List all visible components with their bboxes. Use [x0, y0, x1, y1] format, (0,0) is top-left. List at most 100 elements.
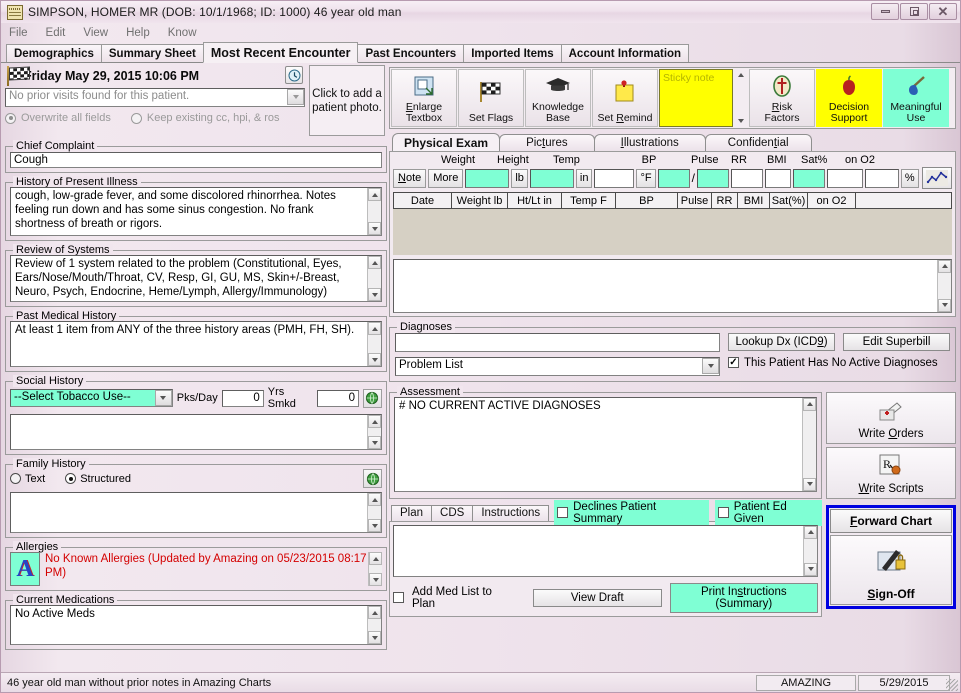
tab-plan[interactable]: Plan: [391, 504, 433, 521]
family-history-textarea[interactable]: [10, 492, 382, 533]
col-pulse[interactable]: Pulse: [677, 192, 712, 209]
sticky-note-input[interactable]: Sticky note: [659, 69, 733, 127]
social-history-globe-icon[interactable]: [362, 388, 382, 408]
chevron-down-icon[interactable]: [287, 89, 304, 105]
scroll-up-icon[interactable]: [804, 525, 817, 539]
scroll-up-icon[interactable]: [368, 256, 381, 269]
knowledge-base-button[interactable]: Knowledge Base: [525, 69, 591, 127]
height-input[interactable]: [529, 168, 574, 188]
write-scripts-button[interactable]: R Write Scripts: [826, 446, 956, 499]
table-row[interactable]: [393, 208, 952, 255]
decision-support-button[interactable]: Decision Support: [816, 69, 882, 127]
scroll-down-icon[interactable]: [369, 573, 382, 586]
current-medications-textarea[interactable]: No Active Meds: [10, 605, 382, 645]
exam-notes-scrollbar[interactable]: [937, 259, 951, 312]
risk-factors-button[interactable]: Risk Factors: [749, 69, 815, 127]
scroll-up-icon[interactable]: [368, 606, 381, 619]
patient-ed-given-row[interactable]: Patient Ed Given: [714, 499, 822, 526]
ros-scrollbar[interactable]: [367, 256, 381, 301]
pmh-textarea[interactable]: At least 1 item from ANY of the three hi…: [10, 321, 382, 367]
scroll-down-icon[interactable]: [938, 298, 951, 312]
col-rr[interactable]: RR: [711, 192, 738, 209]
tobacco-use-select[interactable]: --Select Tobacco Use--: [10, 389, 173, 407]
lookup-dx-button[interactable]: Lookup Dx (ICD9): [728, 332, 835, 351]
ros-textarea[interactable]: Review of 1 system related to the proble…: [10, 255, 382, 302]
radio-overwrite-all-fields[interactable]: [5, 112, 16, 124]
plan-scrollbar[interactable]: [803, 525, 817, 576]
resize-grip-icon[interactable]: [946, 679, 958, 691]
radio-family-history-structured[interactable]: [65, 473, 77, 484]
scroll-down-icon[interactable]: [804, 562, 817, 576]
menu-item-edit[interactable]: Edit: [46, 27, 66, 39]
view-draft-button[interactable]: View Draft: [532, 588, 662, 607]
scroll-down-icon[interactable]: [368, 631, 381, 644]
menu-item-file[interactable]: File: [9, 27, 28, 39]
scroll-down-icon[interactable]: [368, 222, 381, 235]
vitals-more-button[interactable]: More: [428, 168, 464, 188]
scroll-up-icon[interactable]: [368, 322, 381, 335]
menu-item-help[interactable]: Help: [126, 27, 150, 39]
vitals-graph-icon[interactable]: [922, 167, 952, 189]
hpi-textarea[interactable]: cough, low-grade fever, and some discolo…: [10, 187, 382, 236]
scroll-up-icon[interactable]: [368, 415, 381, 428]
menu-item-know[interactable]: Know: [168, 27, 197, 39]
temp-input[interactable]: [594, 168, 635, 188]
scroll-up-icon[interactable]: [368, 188, 381, 201]
meaningful-use-button[interactable]: Meaningful Use: [883, 69, 949, 127]
menu-item-view[interactable]: View: [83, 27, 108, 39]
tab-illustrations[interactable]: Illustrations: [593, 134, 706, 151]
pulse-input[interactable]: [730, 168, 763, 188]
scroll-up-icon[interactable]: [368, 493, 381, 506]
scroll-down-icon[interactable]: [368, 288, 381, 301]
no-active-diagnoses-checkbox[interactable]: ✓: [728, 357, 739, 368]
weight-input[interactable]: [465, 168, 510, 188]
assessment-textarea[interactable]: # NO CURRENT ACTIVE DIAGNOSES: [394, 396, 817, 492]
sign-off-button[interactable]: Sign-Off: [830, 534, 952, 605]
family-history-scrollbar[interactable]: [367, 493, 381, 532]
col-bp[interactable]: BP: [615, 192, 678, 209]
tab-pictures[interactable]: Pic t ures: [499, 134, 595, 151]
scroll-down-icon[interactable]: [368, 436, 381, 449]
sat-input[interactable]: [826, 168, 863, 188]
maximize-button[interactable]: [900, 3, 928, 20]
pks-per-day-input[interactable]: 0: [221, 389, 264, 407]
diagnosis-input[interactable]: [395, 332, 720, 352]
bmi-input[interactable]: [792, 168, 825, 188]
col-blank[interactable]: [855, 192, 952, 209]
tab-cds[interactable]: CDS: [431, 504, 474, 521]
tab-account-information[interactable]: Account Information: [560, 44, 690, 63]
scroll-up-icon[interactable]: [734, 69, 747, 81]
close-button[interactable]: ✕: [929, 3, 957, 20]
minimize-button[interactable]: [871, 3, 899, 20]
scroll-down-icon[interactable]: [368, 519, 381, 532]
assessment-scrollbar[interactable]: [802, 397, 816, 491]
col-weight[interactable]: Weight lb: [451, 192, 508, 209]
col-tempf[interactable]: Temp F: [561, 192, 616, 209]
col-sat[interactable]: Sat(%): [769, 192, 808, 209]
tab-summary-sheet[interactable]: Summary Sheet: [100, 44, 204, 63]
rr-input[interactable]: [764, 168, 791, 188]
prior-visits-combo[interactable]: No prior visits found for this patient.: [5, 88, 305, 107]
tab-most-recent-encounter[interactable]: Most Recent Encounter: [202, 42, 359, 63]
edit-superbill-button[interactable]: Edit Superbill: [843, 332, 950, 351]
chevron-down-icon[interactable]: [154, 390, 172, 406]
set-flags-button[interactable]: Set Flags: [458, 69, 524, 127]
radio-family-history-text[interactable]: [10, 473, 21, 484]
tab-confidential[interactable]: Confiden t ial: [704, 134, 812, 151]
chief-complaint-input[interactable]: Cough: [10, 152, 382, 168]
problem-list-select[interactable]: Problem List: [395, 356, 720, 376]
scroll-down-icon[interactable]: [368, 353, 381, 366]
forward-chart-button[interactable]: Forward Chart: [830, 508, 952, 533]
col-htlt[interactable]: Ht/Lt in: [507, 192, 562, 209]
vitals-note-button[interactable]: Note: [393, 168, 427, 188]
enlarge-textbox-button[interactable]: Enlarge Textbox: [391, 69, 457, 127]
tab-instructions[interactable]: Instructions: [472, 504, 550, 521]
tab-demographics[interactable]: Demographics: [6, 44, 102, 63]
visit-time-button[interactable]: [285, 66, 303, 84]
add-med-list-checkbox[interactable]: [393, 592, 404, 603]
hpi-scrollbar[interactable]: [367, 188, 381, 235]
tab-past-encounters[interactable]: Past Encounters: [357, 44, 465, 63]
col-bmi[interactable]: BMI: [737, 192, 770, 209]
scroll-down-icon[interactable]: [734, 115, 747, 127]
scroll-up-icon[interactable]: [938, 259, 951, 273]
